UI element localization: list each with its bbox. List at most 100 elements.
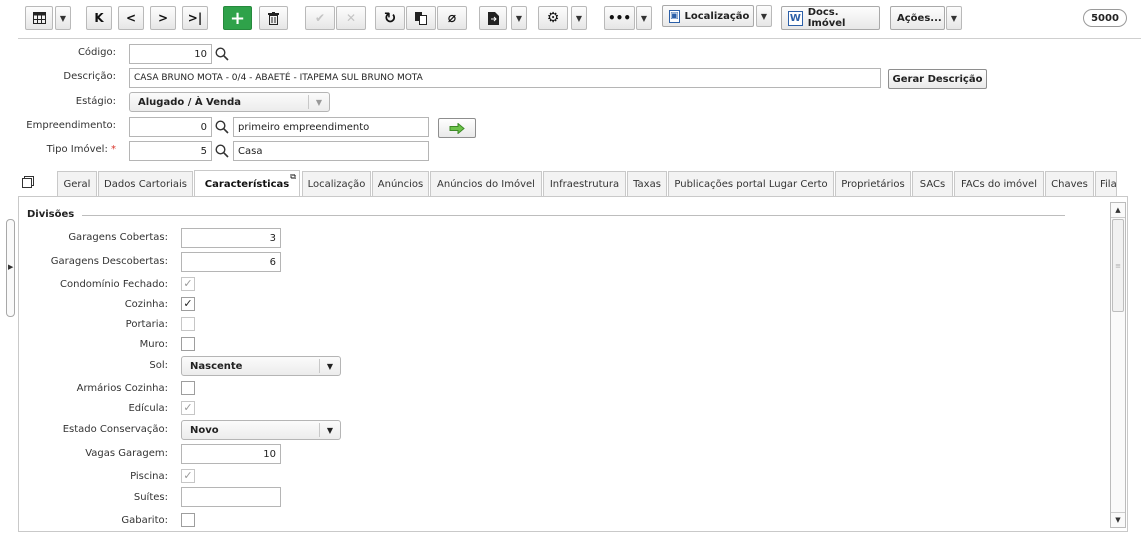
garagens-cobertas-label: Garagens Cobertas: [68, 232, 168, 243]
first-record-button[interactable]: K [86, 6, 112, 30]
estagio-select[interactable]: Alugado / À Venda ▼ [129, 92, 330, 112]
garagens-cobertas-field[interactable]: 3 [181, 228, 281, 248]
scroll-thumb[interactable]: ≡ [1112, 219, 1124, 312]
refresh-button[interactable]: ↻ [375, 6, 405, 30]
suites-label: Suítes: [133, 492, 168, 503]
open-empreendimento-button[interactable] [438, 118, 476, 138]
piscina-label: Piscina: [130, 471, 168, 482]
document-icon [487, 11, 499, 25]
piscina-checkbox[interactable]: ✓ [181, 469, 195, 483]
detach-icon[interactable]: ⧉ [290, 172, 296, 182]
muro-checkbox[interactable] [181, 337, 195, 351]
empreendimento-name-field[interactable]: primeiro empreendimento [233, 117, 429, 137]
tipo-imovel-name-field[interactable]: Casa [233, 141, 429, 161]
tab-publicacoes-portal[interactable]: Publicações portal Lugar Certo [668, 171, 834, 196]
chevron-right-icon: > [157, 11, 169, 25]
new-record-button[interactable]: + [223, 6, 252, 30]
edicula-checkbox[interactable]: ✓ [181, 401, 195, 415]
word-document-icon: W [788, 10, 803, 26]
sol-select[interactable]: Nascente ▼ [181, 356, 341, 376]
codigo-label: Código: [77, 47, 116, 58]
copy-button[interactable] [406, 6, 436, 30]
scroll-up-arrow-icon[interactable]: ▲ [1111, 203, 1125, 218]
acoes-dropdown-caret[interactable]: ▼ [946, 6, 962, 30]
delete-button[interactable] [259, 6, 288, 30]
maximize-icon[interactable] [22, 176, 34, 188]
chevron-down-icon: ▼ [59, 13, 67, 23]
edicula-label: Edícula: [128, 403, 168, 414]
gear-icon: ⚙ [546, 10, 560, 26]
chevron-right-icon: ▶ [8, 263, 14, 271]
grid-view-button[interactable] [25, 6, 53, 30]
previous-record-button[interactable]: < [118, 6, 144, 30]
tab-taxas[interactable]: Taxas [627, 171, 667, 196]
suites-field[interactable] [181, 487, 281, 507]
tab-geral[interactable]: Geral [57, 171, 97, 196]
view-dropdown-caret[interactable]: ▼ [55, 6, 71, 30]
tab-caracteristicas[interactable]: Características ⧉ [194, 170, 300, 197]
localizacao-button[interactable]: ▣ Localização [662, 5, 754, 27]
report-button[interactable] [479, 6, 507, 30]
estagio-label: Estágio: [75, 96, 116, 107]
descricao-field[interactable]: CASA BRUNO MOTA - 0/4 - ABAETÉ - ITAPEMA… [129, 68, 881, 88]
cancel-button[interactable]: ✕ [336, 6, 366, 30]
garagens-descobertas-field[interactable]: 6 [181, 252, 281, 272]
gerar-descricao-button[interactable]: Gerar Descrição [888, 69, 987, 89]
cozinha-label: Cozinha: [124, 299, 168, 310]
save-button[interactable]: ✔ [305, 6, 335, 30]
portaria-label: Portaria: [125, 319, 168, 330]
muro-label: Muro: [139, 339, 168, 350]
localizacao-dropdown-caret[interactable]: ▼ [756, 5, 772, 27]
tab-localizacao[interactable]: Localização [302, 171, 371, 196]
armarios-cozinha-checkbox[interactable] [181, 381, 195, 395]
search-icon[interactable] [215, 144, 229, 158]
more-icon: ••• [607, 11, 631, 25]
section-divider [82, 215, 1065, 216]
tab-chaves[interactable]: Chaves [1045, 171, 1094, 196]
arrow-right-icon [449, 122, 465, 134]
codigo-field[interactable]: 10 [129, 44, 212, 64]
more-dropdown-caret[interactable]: ▼ [636, 6, 652, 30]
acoes-button[interactable]: Ações... [890, 6, 945, 30]
tab-anuncios-do-imovel[interactable]: Anúncios do Imóvel [430, 171, 542, 196]
condominio-fechado-checkbox[interactable]: ✓ [181, 277, 195, 291]
settings-dropdown-caret[interactable]: ▼ [571, 6, 587, 30]
docs-imovel-button[interactable]: W Docs. Imóvel [781, 6, 880, 30]
gabarito-checkbox[interactable] [181, 513, 195, 527]
garagens-descobertas-label: Garagens Descobertas: [50, 256, 168, 267]
armarios-cozinha-label: Armários Cozinha: [76, 383, 168, 394]
next-record-button[interactable]: > [150, 6, 176, 30]
tab-dados-cartoriais[interactable]: Dados Cartoriais [98, 171, 193, 196]
estado-conservacao-label: Estado Conservação: [62, 424, 168, 435]
panel-scrollbar[interactable]: ▲ ≡ ▼ [1110, 202, 1126, 528]
portaria-checkbox[interactable] [181, 317, 195, 331]
report-dropdown-caret[interactable]: ▼ [511, 6, 527, 30]
more-button[interactable]: ••• [604, 6, 635, 30]
tab-infraestrutura[interactable]: Infraestrutura [543, 171, 626, 196]
condominio-fechado-label: Condomínio Fechado: [60, 279, 168, 290]
vagas-garagem-field[interactable]: 10 [181, 444, 281, 464]
side-panel-handle[interactable]: ▶ [6, 219, 15, 317]
attach-button[interactable]: ⌀ [437, 6, 467, 30]
gabarito-label: Gabarito: [121, 515, 168, 526]
scroll-down-arrow-icon[interactable]: ▼ [1111, 512, 1125, 527]
cozinha-checkbox[interactable]: ✓ [181, 297, 195, 311]
settings-button[interactable]: ⚙ [538, 6, 568, 30]
tab-fila[interactable]: Fila [1095, 171, 1117, 196]
estado-conservacao-select[interactable]: Novo ▼ [181, 420, 341, 440]
tipo-imovel-label: Tipo Imóvel: * [46, 144, 116, 155]
tab-anuncios[interactable]: Anúncios [372, 171, 429, 196]
tab-sacs[interactable]: SACs [912, 171, 953, 196]
tipo-imovel-code-field[interactable]: 5 [129, 141, 212, 161]
search-icon[interactable] [215, 47, 229, 61]
divisoes-section-title: Divisões [27, 209, 75, 220]
last-record-button[interactable]: >| [182, 6, 208, 30]
chevron-left-icon: < [125, 11, 137, 25]
empreendimento-code-field[interactable]: 0 [129, 117, 212, 137]
tab-facs-do-imovel[interactable]: FACs do imóvel [954, 171, 1044, 196]
tab-proprietarios[interactable]: Proprietários [835, 171, 911, 196]
search-icon[interactable] [215, 120, 229, 134]
empreendimento-label: Empreendimento: [26, 120, 116, 131]
last-record-icon: >| [187, 11, 203, 25]
copy-icon [415, 11, 427, 25]
